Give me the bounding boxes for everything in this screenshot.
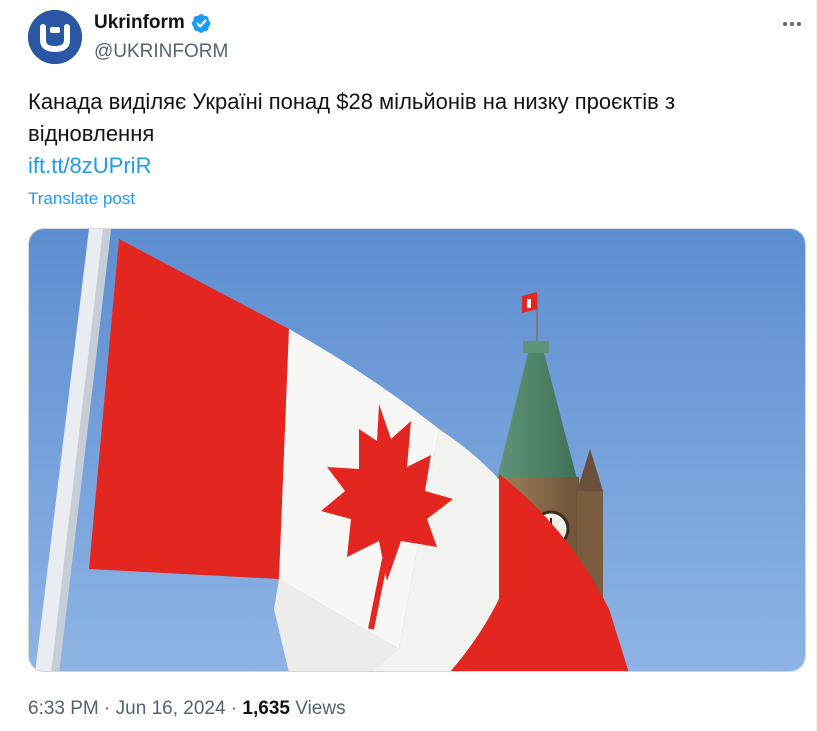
avatar[interactable]	[28, 10, 82, 64]
more-horizontal-icon	[783, 22, 801, 26]
post-text: Канада виділяє Україні понад $28 мільйон…	[28, 89, 676, 146]
post-meta: 6:33 PM · Jun 16, 2024 · 1,635 Views	[28, 696, 346, 722]
post-time[interactable]: 6:33 PM	[28, 698, 99, 719]
handle[interactable]: @UKRINFORM	[94, 41, 228, 63]
display-name[interactable]: Ukrinform	[94, 12, 185, 34]
canada-flag-photo	[29, 229, 805, 671]
views-count: 1,635	[242, 698, 290, 719]
verified-badge-icon[interactable]	[191, 13, 212, 34]
ukrinform-logo-icon	[28, 10, 82, 64]
post-link[interactable]: ift.tt/8zUPriR	[28, 151, 151, 181]
more-button[interactable]	[778, 10, 806, 38]
post-card: Ukrinform @UKRINFORM Канада виділяє Укра…	[0, 0, 817, 731]
post-image[interactable]	[28, 228, 806, 672]
meta-separator: ·	[225, 698, 243, 719]
author-info: Ukrinform @UKRINFORM	[94, 10, 228, 63]
translate-post-link[interactable]: Translate post	[28, 188, 135, 210]
meta-separator: ·	[98, 698, 116, 719]
post-date[interactable]: Jun 16, 2024	[116, 698, 226, 719]
display-name-row: Ukrinform	[94, 10, 228, 36]
views-label: Views	[289, 698, 346, 719]
